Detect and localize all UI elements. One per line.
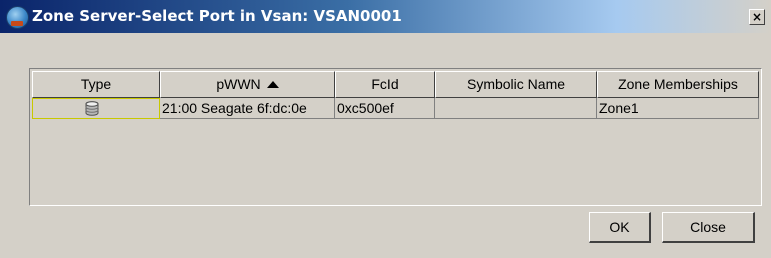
table-row-0-fcid[interactable]: 0xc500ef — [335, 98, 435, 119]
column-header-symbolic-name[interactable]: Symbolic Name — [435, 71, 597, 98]
window-title: Zone Server-Select Port in Vsan: VSAN000… — [32, 7, 402, 25]
column-header-zone-memberships[interactable]: Zone Memberships — [597, 71, 759, 98]
port-table: Type pWWN FcId Symbolic Name Zone Member… — [29, 68, 762, 206]
title-bar[interactable]: Zone Server-Select Port in Vsan: VSAN000… — [0, 0, 771, 33]
ok-button[interactable]: OK — [589, 212, 651, 243]
zone-server-select-port-dialog: Zone Server-Select Port in Vsan: VSAN000… — [0, 0, 771, 258]
column-header-pwwn-label: pWWN — [216, 76, 261, 92]
column-header-pwwn[interactable]: pWWN — [160, 71, 335, 98]
table-row-0-type[interactable] — [32, 98, 160, 119]
sort-ascending-icon — [266, 81, 279, 88]
app-icon — [6, 6, 29, 29]
window-close-button[interactable]: × — [749, 9, 765, 25]
disk-icon — [85, 101, 99, 116]
table-row-0-symbolic-name[interactable] — [435, 98, 597, 119]
close-button[interactable]: Close — [662, 212, 755, 243]
table-row-0-pwwn[interactable]: 21:00 Seagate 6f:dc:0e — [160, 98, 335, 119]
table-row-0-zone-memberships[interactable]: Zone1 — [597, 98, 759, 119]
column-header-type[interactable]: Type — [32, 71, 160, 98]
column-header-fcid[interactable]: FcId — [335, 71, 435, 98]
